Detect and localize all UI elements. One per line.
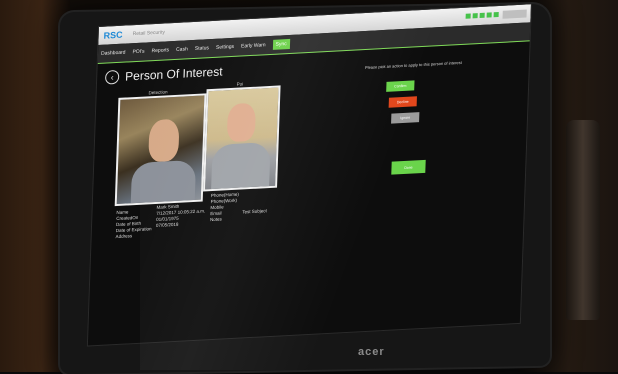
poi-body [211,141,271,190]
app-logo: RSC [103,29,123,41]
nav-dashboard[interactable]: Dashboard [101,50,126,57]
detection-body [130,159,197,204]
background-bottle [566,120,600,320]
nav-settings[interactable]: Settings [216,44,234,51]
page-title: Person Of Interest [124,64,223,84]
details-right-labels: Phone(Home) Phone(Work) Mobile Email Not… [210,192,239,224]
status-dot [472,13,478,19]
status-dot [465,13,471,19]
nav-sync[interactable]: Sync [272,38,290,50]
details-right-values: Test Subject [242,208,267,215]
nav-early-warn[interactable]: Early Warn [241,42,266,49]
poi-label: Poi [236,81,244,87]
user-menu[interactable] [502,9,527,19]
detection-face [148,118,180,163]
details-left-labels: Name CreatedOn Date of Birth Date of Exp… [115,208,152,240]
status-indicator [465,11,499,19]
status-dot [486,12,492,18]
status-dot [493,11,499,18]
back-arrow-icon[interactable]: ‹ [104,69,120,85]
ignore-button[interactable]: Ignore [391,112,420,124]
value-notes: Test Subject [242,208,267,215]
nav-pois[interactable]: POI's [132,49,144,56]
poi-face [226,102,257,143]
label-address: Address [115,233,133,240]
label-notes: Notes [209,216,222,223]
value-date-of-expiration: 07/05/2018 [155,221,179,228]
app-subtitle: Retail Security [132,29,165,38]
monitor-brand: acer [358,346,385,358]
poi-photo [203,85,281,192]
screen: RSC Retail Security Dashboard POI's Repo… [86,3,533,347]
decline-button[interactable]: Decline [388,96,417,108]
done-button[interactable]: Done [391,159,426,175]
nav-reports[interactable]: Reports [151,47,169,54]
detection-photo [114,93,207,207]
page-header: ‹ Person Of Interest [104,64,223,85]
nav-cash[interactable]: Cash [176,46,188,53]
action-instruction: Please pick an action to apply to this p… [364,59,462,71]
status-dot [479,12,485,19]
nav-status[interactable]: Status [195,45,209,52]
confirm-button[interactable]: Confirm [386,80,415,92]
details-left-values: Mark Smith 7/12/2017 10:05:22 a.m. 01/01… [156,202,206,229]
